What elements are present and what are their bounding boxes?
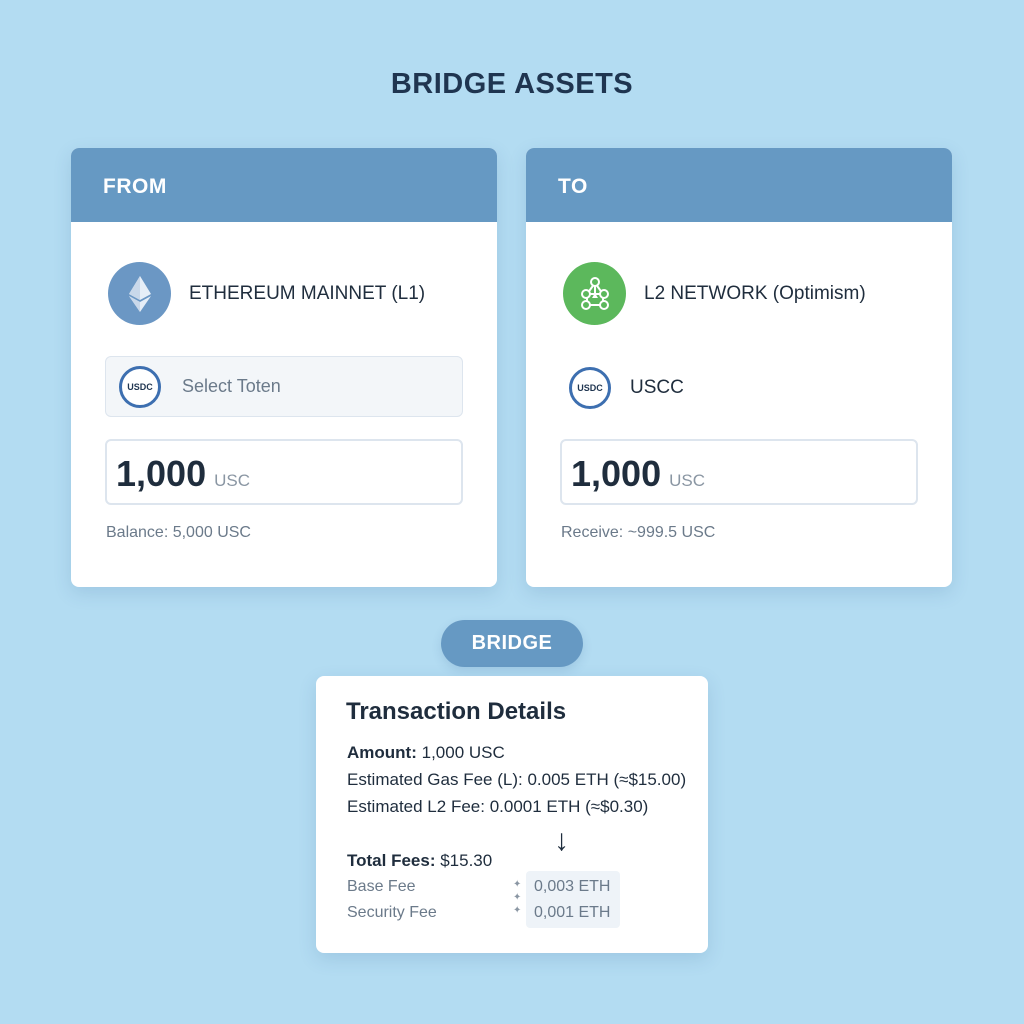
base-fee-label: Base Fee (347, 878, 416, 895)
from-network-selector[interactable]: ETHEREUM MAINNET (L1) (108, 262, 425, 325)
receive-text: Receive: ~999.5 USC (561, 524, 716, 541)
total-fees-line: Total Fees: $15.30 (347, 851, 492, 871)
total-fees-value: $15.30 (440, 851, 493, 870)
l2-fee-line: Estimated L2 Fee: 0.0001 ETH (≈$0.30) (347, 797, 648, 817)
usdc-icon: USDC (569, 367, 611, 409)
to-amount-value: 1,000 (571, 453, 662, 494)
security-fee-value: 0,001 ETH (534, 904, 611, 921)
l2-fee-value: 0.0001 ETH (≈$0.30) (489, 797, 649, 816)
to-token: USDC USCC (569, 367, 684, 409)
amount-value: 1,000 USC (421, 743, 505, 762)
balance-text: Balance: 5,000 USC (106, 524, 251, 541)
gas-fee-value: 0.005 ETH (≈$15.00) (527, 770, 687, 789)
bridge-button[interactable]: BRIDGE (441, 620, 583, 667)
to-token-name: USCC (630, 377, 684, 398)
to-network-label: L2 NETWORK (Optimism) (644, 282, 866, 304)
from-network-label: ETHEREUM MAINNET (L1) (189, 282, 426, 304)
amount-label: Amount: (347, 743, 417, 762)
total-fees-label: Total Fees: (347, 851, 436, 870)
fee-values-box: 0,003 ETH 0,001 ETH (526, 871, 620, 928)
to-card: TO L2 NETWORK (Optimism) USDC USCC 1,000… (526, 148, 952, 587)
gas-fee-line: Estimated Gas Fee (L): 0.005 ETH (≈$15.0… (347, 770, 686, 790)
usdc-icon: USDC (119, 365, 161, 408)
base-fee-value: 0,003 ETH (534, 878, 611, 895)
from-amount-unit: USC (214, 471, 250, 490)
ethereum-icon (108, 262, 171, 325)
network-nodes-icon (563, 262, 626, 325)
transaction-details-card: Transaction Details Amount: 1,000 USC Es… (316, 676, 708, 953)
down-arrow-icon: ↓ (554, 824, 569, 857)
amount-line: Amount: 1,000 USC (347, 743, 505, 763)
dots-connector-icon: ✦ ✦ ✦ (513, 879, 522, 916)
gas-fee-label: Estimated Gas Fee (L): (347, 770, 523, 789)
select-token-dropdown[interactable]: USDC Select Toten (105, 356, 463, 417)
from-amount-input[interactable]: 1,000 USC (105, 439, 463, 505)
select-token-placeholder: Select Toten (182, 376, 281, 396)
from-card: FROM ETHEREUM MAINNET (L1) USDC Select T… (71, 148, 497, 587)
details-title: Transaction Details (346, 698, 567, 725)
to-network-selector[interactable]: L2 NETWORK (Optimism) (563, 262, 866, 325)
to-amount-unit: USC (669, 471, 705, 490)
security-fee-label: Security Fee (347, 904, 437, 921)
l2-fee-label: Estimated L2 Fee: (347, 797, 485, 816)
from-amount-value: 1,000 (116, 453, 207, 494)
page-title: BRIDGE ASSETS (390, 68, 634, 100)
from-header: FROM (71, 148, 497, 222)
to-amount-field[interactable]: 1,000 USC (560, 439, 918, 505)
to-header: TO (526, 148, 952, 222)
